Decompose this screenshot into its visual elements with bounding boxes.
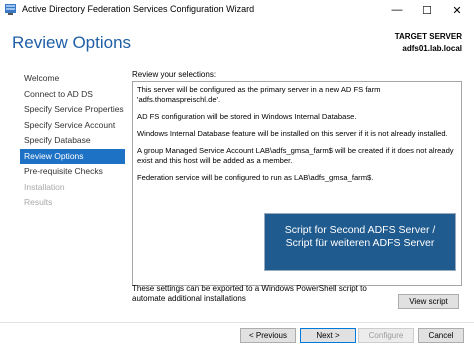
nav-item-results: Results <box>24 197 53 207</box>
close-button[interactable]: ✕ <box>442 0 472 20</box>
nav-item-prerequisite-checks[interactable]: Pre-requisite Checks <box>22 164 132 180</box>
export-description: These settings can be exported to a Wind… <box>132 284 367 303</box>
server-app-icon <box>5 4 16 15</box>
nav-item-service-properties[interactable]: Specify Service Properties <box>22 102 132 118</box>
nav-item-database[interactable]: Specify Database <box>22 133 132 149</box>
configure-button: Configure <box>358 328 414 343</box>
cancel-button[interactable]: Cancel <box>418 328 464 343</box>
review-line: Federation service will be configured to… <box>137 173 374 182</box>
next-button[interactable]: Next > <box>300 328 356 343</box>
callout-line-1: Script for Second ADFS Server / <box>284 224 436 236</box>
previous-button[interactable]: < Previous <box>240 328 296 343</box>
nav-item-installation: Installation <box>24 181 65 192</box>
callout-line-2: Script für weiteren ADFS Server <box>285 237 435 249</box>
minimize-button[interactable]: — <box>382 0 412 20</box>
review-content: Review your selections: This server will… <box>132 70 462 286</box>
wizard-header: Review Options TARGET SERVER adfs01.lab.… <box>0 20 474 62</box>
wizard-nav: Welcome Connect to AD DS Specify Service… <box>20 71 132 211</box>
review-label: Review your selections: <box>132 70 217 79</box>
target-server-value: adfs01.lab.local <box>402 44 462 53</box>
nav-item-service-account[interactable]: Specify Service Account <box>22 118 132 134</box>
target-server-label: TARGET SERVER <box>394 32 462 41</box>
nav-item-welcome[interactable]: Welcome <box>22 71 132 87</box>
review-line: Windows Internal Database feature will b… <box>137 129 448 138</box>
nav-item-connect-ad-ds[interactable]: Connect to AD DS <box>22 87 132 103</box>
annotation-callout: Script for Second ADFS Server / Script f… <box>264 213 456 271</box>
review-line: A group Managed Service Account LAB\adfs… <box>137 146 454 165</box>
title-bar[interactable]: Active Directory Federation Services Con… <box>0 0 474 20</box>
footer-divider <box>0 322 474 323</box>
page-title: Review Options <box>12 33 132 52</box>
window-title: Active Directory Federation Services Con… <box>22 4 255 14</box>
nav-item-review-options[interactable]: Review Options <box>20 148 125 164</box>
view-script-button[interactable]: View script <box>398 294 459 309</box>
review-line: AD FS configuration will be stored in Wi… <box>137 112 357 121</box>
review-line: This server will be configured as the pr… <box>137 85 381 104</box>
wizard-window: Active Directory Federation Services Con… <box>0 0 474 348</box>
maximize-button[interactable]: ☐ <box>412 0 442 20</box>
